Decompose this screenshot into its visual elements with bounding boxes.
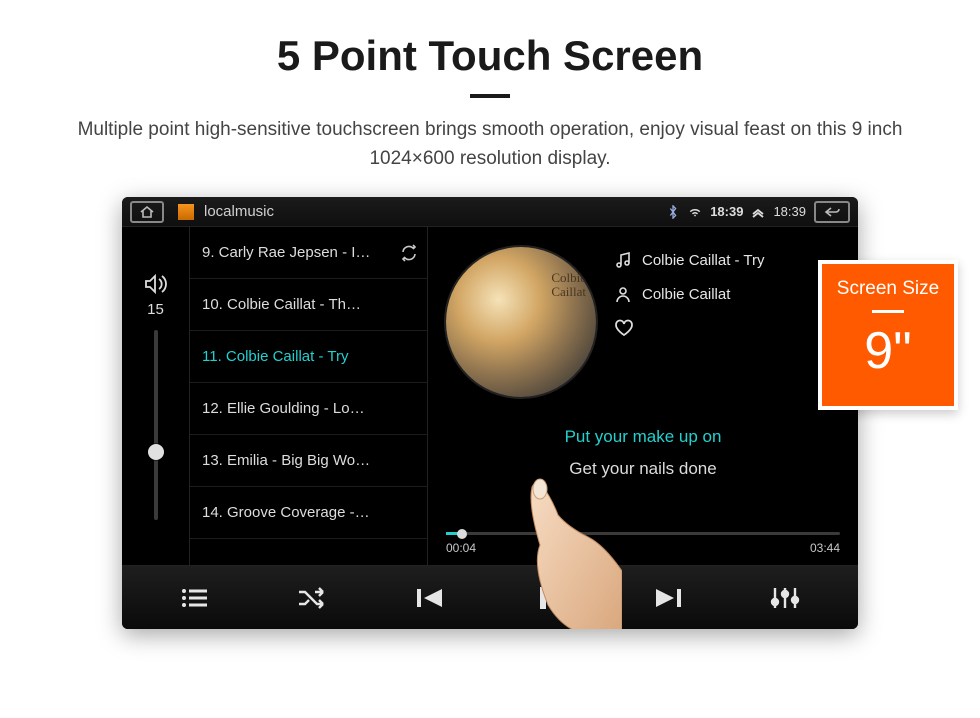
equalizer-button[interactable] <box>755 574 815 622</box>
repeat-one-icon <box>399 243 419 263</box>
volume-panel: 15 <box>122 227 190 565</box>
progress-thumb[interactable] <box>457 529 467 539</box>
playlist-button[interactable] <box>165 574 225 622</box>
music-note-icon <box>614 251 632 269</box>
previous-button[interactable] <box>401 574 461 622</box>
track-row[interactable]: 9. Carly Rae Jepsen - I… <box>190 227 427 279</box>
track-label: 10. Colbie Caillat - Th… <box>202 296 361 313</box>
np-artist-row: Colbie Caillat <box>614 285 765 303</box>
status-title: localmusic <box>204 203 274 220</box>
track-label: 14. Groove Coverage -… <box>202 504 370 521</box>
np-song-title: Colbie Caillat - Try <box>642 252 765 269</box>
track-label: 11. Colbie Caillat - Try <box>202 348 348 365</box>
shuffle-icon <box>296 586 330 610</box>
headline-divider <box>470 94 510 98</box>
tag-title: Screen Size <box>830 278 946 300</box>
back-icon <box>823 206 841 218</box>
shuffle-button[interactable] <box>283 574 343 622</box>
status-bar: localmusic 18:39 18:39 <box>122 197 858 227</box>
track-row[interactable]: 11. Colbie Caillat - Try <box>190 331 427 383</box>
time-total: 03:44 <box>810 541 840 555</box>
np-artist-name: Colbie Caillat <box>642 286 730 303</box>
home-button[interactable] <box>130 201 164 223</box>
tag-value: 9" <box>830 321 946 381</box>
person-icon <box>614 285 632 303</box>
status-time-secondary: 18:39 <box>773 204 806 219</box>
track-row[interactable]: 13. Emilia - Big Big Wo… <box>190 435 427 487</box>
track-label: 12. Ellie Goulding - Lo… <box>202 400 365 417</box>
status-time-primary: 18:39 <box>710 204 743 219</box>
album-art <box>446 247 596 397</box>
np-song-row: Colbie Caillat - Try <box>614 251 765 269</box>
progress-slider[interactable] <box>446 532 840 535</box>
now-playing-panel: Colbie Caillat - Try Colbie Caillat Put … <box>428 227 858 565</box>
bluetooth-icon <box>666 205 680 219</box>
lyric-line-next: Get your nails done <box>446 459 840 479</box>
back-button[interactable] <box>814 201 850 223</box>
favorite-button[interactable] <box>614 319 765 337</box>
track-row[interactable]: 10. Colbie Caillat - Th… <box>190 279 427 331</box>
app-icon <box>178 204 194 220</box>
home-icon <box>139 205 155 219</box>
next-button[interactable] <box>637 574 697 622</box>
lyric-line-active: Put your make up on <box>446 427 840 447</box>
wifi-icon <box>688 205 702 219</box>
screen-size-tag: Screen Size 9" <box>818 260 958 410</box>
time-elapsed: 00:04 <box>446 541 476 555</box>
chevron-up-icon <box>751 205 765 219</box>
volume-value: 15 <box>147 301 164 318</box>
track-row[interactable]: 14. Groove Coverage -… <box>190 487 427 539</box>
play-pause-button[interactable] <box>519 574 579 622</box>
skip-previous-icon <box>414 586 448 610</box>
pause-icon <box>536 585 562 611</box>
page-headline: 5 Point Touch Screen <box>0 32 980 80</box>
playlist: 9. Carly Rae Jepsen - I… 10. Colbie Caill… <box>190 227 428 565</box>
equalizer-icon <box>770 586 800 610</box>
lyrics-area: Put your make up on Get your nails done <box>446 427 840 479</box>
volume-thumb[interactable] <box>148 444 164 460</box>
tag-divider <box>872 310 904 313</box>
track-label: 13. Emilia - Big Big Wo… <box>202 452 370 469</box>
device-screenshot: localmusic 18:39 18:39 15 9. Carly Rae J… <box>122 197 858 629</box>
list-icon <box>180 586 210 610</box>
page-subhead: Multiple point high-sensitive touchscree… <box>40 116 940 173</box>
transport-bar <box>122 565 858 629</box>
volume-icon <box>143 273 169 295</box>
progress-area: 00:04 03:44 <box>446 532 840 555</box>
track-label: 9. Carly Rae Jepsen - I… <box>202 244 370 261</box>
volume-slider[interactable] <box>154 330 158 520</box>
heart-icon <box>614 319 634 337</box>
track-row[interactable]: 12. Ellie Goulding - Lo… <box>190 383 427 435</box>
skip-next-icon <box>650 586 684 610</box>
